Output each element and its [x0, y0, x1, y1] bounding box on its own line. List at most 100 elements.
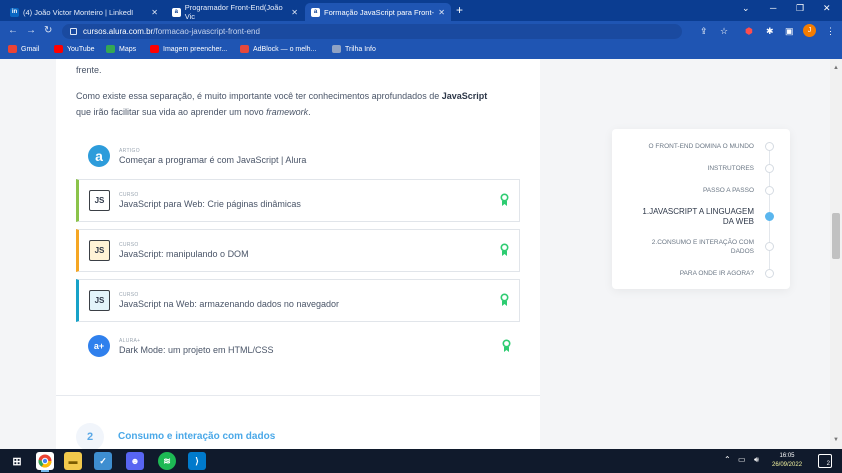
browser-tab-bar: in (4) João Victor Monteiro | LinkedI ✕ … — [0, 0, 842, 21]
tab-search-icon[interactable]: ⌄ — [742, 3, 750, 14]
course-card-armazenando-dados[interactable]: JS CURSO JavaScript na Web: armazenando … — [76, 279, 520, 322]
file-explorer-icon[interactable]: ▬ — [64, 452, 82, 470]
tab-formacao-javascript[interactable]: a Formação JavaScript para Front- ✕ — [305, 3, 451, 21]
bookmark-maps[interactable]: Maps — [106, 45, 136, 53]
share-icon[interactable]: ⇪ — [700, 26, 708, 37]
tab-linkedin[interactable]: in (4) João Victor Monteiro | LinkedI ✕ — [4, 3, 164, 21]
js-course-icon: JS — [89, 190, 110, 211]
toc-label-line: DA WEB — [722, 217, 754, 226]
new-tab-button[interactable]: + — [456, 3, 463, 18]
bookmark-trilha-info[interactable]: Trilha Info — [332, 45, 376, 53]
toc-item-instrutores[interactable]: INSTRUTORES — [708, 164, 754, 173]
scroll-thumb[interactable] — [832, 213, 840, 259]
toc-dot[interactable] — [765, 142, 774, 151]
address-bar[interactable]: cursos.alura.com.br/formacao-javascript-… — [62, 24, 682, 39]
js-course-icon: JS — [89, 240, 110, 261]
system-clock[interactable]: 16:05 26/09/2022 — [772, 452, 802, 470]
paragraph-text: . — [308, 107, 311, 117]
toc-item-consumo-interacao[interactable]: 2.CONSUMO E INTERAÇÃO COM DADOS — [652, 238, 754, 256]
paragraph-italic: framework — [266, 107, 309, 117]
course-kicker: CURSO — [119, 292, 139, 298]
alura-plus-title: Dark Mode: um projeto em HTML/CSS — [119, 344, 274, 355]
bookmarks-bar: Gmail YouTube Maps Imagem preencher... A… — [0, 42, 842, 59]
completed-badge-icon — [500, 193, 509, 206]
browser-toolbar: ← → ↻ cursos.alura.com.br/formacao-javas… — [0, 21, 842, 42]
tray-overflow-icon[interactable]: ⌃ — [724, 455, 731, 464]
close-tab-icon[interactable]: ✕ — [151, 8, 158, 17]
bookmark-label: YouTube — [67, 45, 95, 53]
bookmark-label: AdBlock — o melh... — [253, 45, 317, 53]
close-tab-icon[interactable]: ✕ — [291, 8, 298, 17]
artigo-title: Começar a programar é com JavaScript | A… — [119, 154, 307, 165]
notification-center-icon[interactable]: 2 — [818, 454, 832, 468]
tab-label: Formação JavaScript para Front- — [324, 7, 435, 17]
start-menu-icon[interactable]: ⊞ — [8, 452, 26, 470]
forward-icon[interactable]: → — [26, 25, 36, 37]
grid-icon — [332, 45, 341, 53]
menu-kebab-icon[interactable]: ⋮ — [826, 26, 835, 37]
paragraph-bold: JavaScript — [441, 91, 488, 101]
extension-shield-icon[interactable]: ⬢ — [745, 26, 753, 37]
vscode-icon[interactable]: ⟩ — [188, 452, 206, 470]
bookmark-youtube[interactable]: YouTube — [54, 45, 95, 53]
close-tab-icon[interactable]: ✕ — [438, 8, 445, 17]
bookmark-label: Imagem preencher... — [163, 45, 228, 53]
volume-icon[interactable]: 🔊︎ — [754, 455, 759, 465]
course-kicker: CURSO — [119, 192, 139, 198]
toc-dot[interactable] — [765, 269, 774, 278]
toc-dot[interactable] — [765, 186, 774, 195]
alura-plus-kicker: ALURA+ — [119, 337, 141, 344]
completed-badge-icon — [502, 339, 511, 352]
alura-plus-link[interactable]: a+ ALURA+ Dark Mode: um projeto em HTML/… — [88, 331, 528, 361]
alura-icon: a — [311, 7, 320, 17]
course-card-manipulando-dom[interactable]: JS CURSO JavaScript: manipulando o DOM — [76, 229, 520, 272]
scroll-down-icon[interactable]: ▼ — [833, 437, 839, 443]
course-title: JavaScript na Web: armazenando dados no … — [119, 299, 339, 309]
youtube-icon — [150, 45, 159, 53]
bookmark-adblock[interactable]: AdBlock — o melh... — [240, 45, 316, 53]
close-window-button[interactable]: ✕ — [823, 3, 831, 14]
network-icon[interactable]: ▭ — [738, 455, 746, 464]
discord-icon[interactable]: ☻ — [126, 452, 144, 470]
minimize-button[interactable]: ─ — [770, 3, 776, 13]
profile-avatar[interactable]: J — [803, 24, 816, 37]
toc-item-passo-a-passo[interactable]: PASSO A PASSO — [703, 186, 754, 195]
tab-programador[interactable]: a Programador Front-End(João Vic ✕ — [166, 3, 304, 21]
artigo-link[interactable]: a ARTIGO Começar a programar é com JavaS… — [88, 141, 306, 171]
course-title: JavaScript: manipulando o DOM — [119, 249, 249, 259]
extensions-puzzle-icon[interactable]: ✱ — [766, 26, 774, 37]
url-path: /formacao-javascript-front-end — [153, 27, 260, 36]
course-card-javascript-web[interactable]: JS CURSO JavaScript para Web: Crie págin… — [76, 179, 520, 222]
tab-label: (4) João Victor Monteiro | LinkedI — [23, 7, 134, 17]
toc-label-line: 2.CONSUMO E INTERAÇÃO COM — [651, 239, 754, 246]
sidebar-icon[interactable]: ▣ — [785, 26, 794, 37]
back-icon[interactable]: ← — [8, 25, 18, 37]
chrome-icon[interactable] — [36, 452, 54, 472]
js-course-icon: JS — [89, 290, 110, 311]
toc-item-front-end-domina[interactable]: O FRONT-END DOMINA O MUNDO — [649, 142, 754, 151]
bookmark-gmail[interactable]: Gmail — [8, 45, 39, 53]
toc-dot[interactable] — [765, 164, 774, 173]
toc-item-para-onde-ir[interactable]: PARA ONDE IR AGORA? — [680, 269, 754, 278]
bookmark-imagem-preencher[interactable]: Imagem preencher... — [150, 45, 227, 53]
spotify-icon[interactable]: ≋ — [158, 452, 176, 470]
bookmark-label: Trilha Info — [345, 45, 376, 53]
reload-icon[interactable]: ↻ — [44, 25, 52, 37]
toc-item-javascript-linguagem[interactable]: 1.JAVASCRIPT A LINGUAGEM DA WEB — [642, 207, 754, 227]
bookmark-star-icon[interactable]: ☆ — [720, 26, 728, 37]
page-scrollbar[interactable]: ▲ ▼ — [830, 59, 842, 449]
intro-text-tail: frente. — [76, 65, 102, 75]
alura-plus-icon: a+ — [88, 335, 110, 357]
completed-badge-icon — [500, 293, 509, 306]
bird-app-icon[interactable]: ✓ — [94, 452, 112, 470]
article-column: frente. Como existe essa separação, é mu… — [56, 59, 540, 449]
toc-dot[interactable] — [765, 242, 774, 251]
alura-logo-icon: a — [88, 145, 110, 167]
artigo-kicker: ARTIGO — [119, 147, 140, 154]
toc-dot-active[interactable] — [765, 212, 774, 221]
lock-icon — [70, 28, 77, 35]
scroll-up-icon[interactable]: ▲ — [833, 65, 839, 71]
section-divider — [56, 395, 540, 396]
restore-button[interactable]: ❐ — [796, 3, 804, 14]
tab-label: Programador Front-End(João Vic — [184, 3, 283, 21]
